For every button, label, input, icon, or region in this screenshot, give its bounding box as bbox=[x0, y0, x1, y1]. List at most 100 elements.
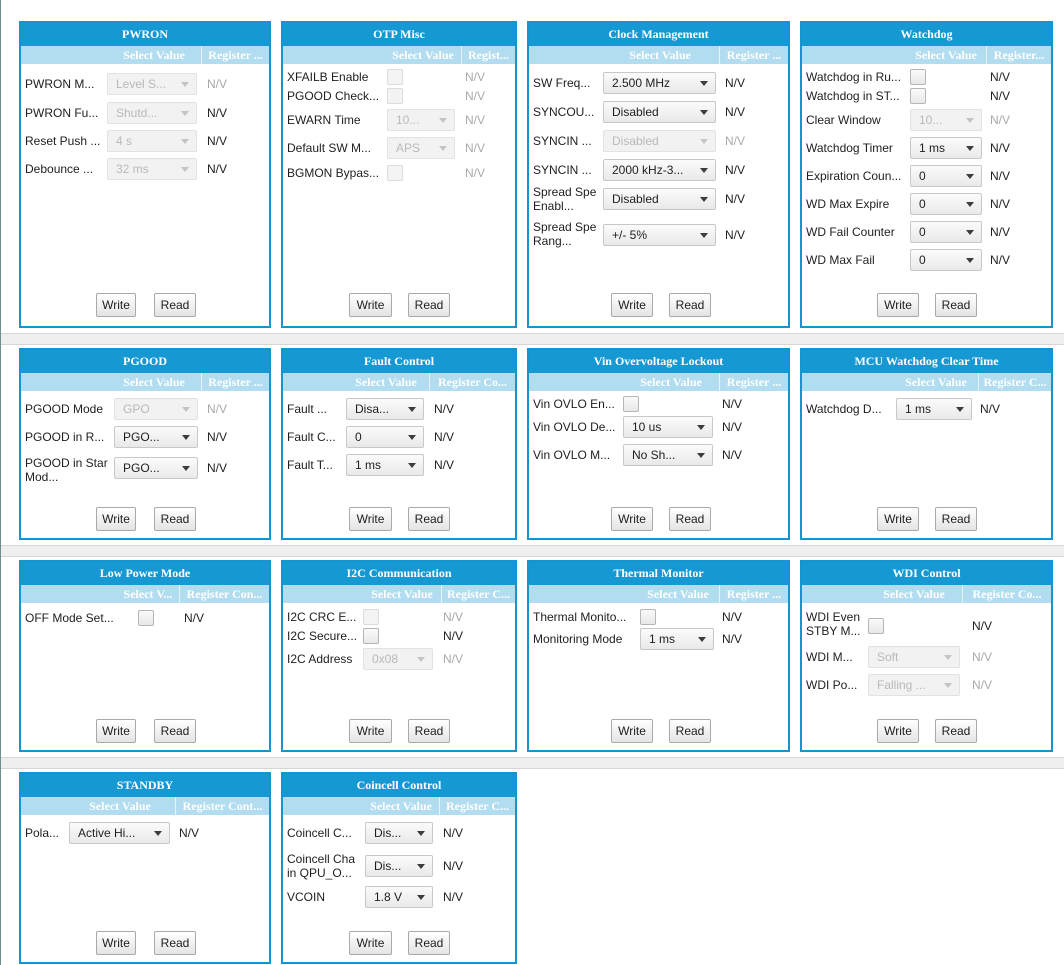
panel-title: Thermal Monitor bbox=[529, 562, 788, 585]
write-button[interactable]: Write bbox=[349, 719, 392, 743]
panel-fault-control: Fault Control Select Value Register Co..… bbox=[281, 348, 517, 540]
wdi-mode-dropdown[interactable]: Soft bbox=[868, 646, 960, 668]
pgood-check-checkbox[interactable] bbox=[387, 88, 403, 104]
read-button[interactable]: Read bbox=[154, 293, 196, 317]
wd-fail-counter-dropdown[interactable]: 0 bbox=[910, 221, 982, 243]
panel-title: MCU Watchdog Clear Time bbox=[802, 350, 1051, 373]
read-button[interactable]: Read bbox=[669, 293, 711, 317]
watchdog-duration-dropdown[interactable]: 1 ms bbox=[896, 398, 972, 420]
register-value: N/V bbox=[443, 826, 464, 840]
fault-timer-dropdown[interactable]: 1 ms bbox=[346, 454, 424, 476]
pgood-mode-dropdown[interactable]: GPO bbox=[114, 398, 198, 420]
read-button[interactable]: Read bbox=[935, 507, 977, 531]
vin-ovlo-debounce-dropdown[interactable]: 10 us bbox=[623, 416, 713, 438]
col-select-value: Select Value bbox=[355, 375, 417, 389]
write-button[interactable]: Write bbox=[349, 931, 392, 955]
fault-counter-dropdown[interactable]: 0 bbox=[346, 426, 424, 448]
i2c-crc-enable-checkbox[interactable] bbox=[363, 609, 379, 625]
pgood-run-dropdown[interactable]: PGO... bbox=[114, 426, 198, 448]
read-button[interactable]: Read bbox=[935, 719, 977, 743]
read-button[interactable]: Read bbox=[669, 719, 711, 743]
read-button[interactable]: Read bbox=[408, 507, 450, 531]
thermal-monitor-checkbox[interactable] bbox=[640, 609, 656, 625]
default-sw-mode-dropdown[interactable]: APS bbox=[387, 137, 455, 159]
dropdown-value: APS bbox=[396, 141, 421, 155]
read-button[interactable]: Read bbox=[154, 931, 196, 955]
vin-ovlo-enable-checkbox[interactable] bbox=[623, 396, 639, 412]
read-button[interactable]: Read bbox=[408, 931, 450, 955]
clear-window-dropdown[interactable]: 10... bbox=[910, 109, 982, 131]
write-button[interactable]: Write bbox=[96, 507, 136, 531]
pwron-function-dropdown[interactable]: Shutd... bbox=[107, 102, 197, 124]
coincell-charge-dropdown[interactable]: Dis... bbox=[365, 822, 433, 844]
reset-push-dropdown[interactable]: 4 s bbox=[107, 130, 197, 152]
xfailb-enable-checkbox[interactable] bbox=[387, 69, 403, 85]
spread-spectrum-enable-dropdown[interactable]: Disabled bbox=[603, 188, 716, 210]
read-button[interactable]: Read bbox=[669, 507, 711, 531]
pwron-mode-dropdown[interactable]: Level S... bbox=[107, 73, 197, 95]
column-header: Select Value Register C... bbox=[283, 797, 515, 815]
write-button[interactable]: Write bbox=[611, 719, 653, 743]
vin-ovlo-mode-dropdown[interactable]: No Sh... bbox=[623, 444, 713, 466]
write-button[interactable]: Write bbox=[877, 293, 919, 317]
col-register: Register Co... bbox=[962, 585, 1051, 603]
write-button[interactable]: Write bbox=[96, 293, 136, 317]
read-button[interactable]: Read bbox=[154, 719, 196, 743]
write-button[interactable]: Write bbox=[611, 507, 653, 531]
wd-max-expire-dropdown[interactable]: 0 bbox=[910, 193, 982, 215]
spread-spectrum-range-dropdown[interactable]: +/- 5% bbox=[603, 224, 716, 246]
expiration-counter-dropdown[interactable]: 0 bbox=[910, 165, 982, 187]
read-button[interactable]: Read bbox=[408, 293, 450, 317]
chevron-down-icon bbox=[408, 435, 416, 440]
register-value: N/V bbox=[179, 826, 200, 840]
setting-label: PGOOD in Star Mod... bbox=[25, 456, 108, 484]
write-button[interactable]: Write bbox=[877, 507, 919, 531]
syncout-dropdown[interactable]: Disabled bbox=[603, 101, 716, 123]
write-button[interactable]: Write bbox=[611, 293, 653, 317]
monitoring-mode-dropdown[interactable]: 1 ms bbox=[640, 628, 714, 650]
write-button[interactable]: Write bbox=[349, 293, 392, 317]
i2c-secure-checkbox[interactable] bbox=[363, 628, 379, 644]
panel-title: PWRON bbox=[21, 23, 269, 46]
sw-frequency-dropdown[interactable]: 2.500 MHz bbox=[603, 72, 716, 94]
wdi-polarity-dropdown[interactable]: Falling ... bbox=[868, 674, 960, 696]
syncin-range-dropdown[interactable]: 2000 kHz-3... bbox=[603, 159, 716, 181]
coincell-charge-qpu-dropdown[interactable]: Dis... bbox=[365, 855, 433, 877]
register-value: N/V bbox=[434, 402, 455, 416]
write-button[interactable]: Write bbox=[96, 931, 136, 955]
write-button[interactable]: Write bbox=[96, 719, 136, 743]
read-button[interactable]: Read bbox=[154, 507, 196, 531]
setting-label: Spread Spe Rang... bbox=[533, 220, 597, 248]
fault-enable-dropdown[interactable]: Disa... bbox=[346, 398, 424, 420]
panel-title: Coincell Control bbox=[283, 774, 515, 797]
read-button[interactable]: Read bbox=[408, 719, 450, 743]
read-button[interactable]: Read bbox=[935, 293, 977, 317]
watchdog-run-checkbox[interactable] bbox=[910, 69, 926, 85]
off-mode-setting-checkbox[interactable] bbox=[138, 610, 154, 626]
col-select-value: Select V... bbox=[123, 587, 173, 601]
syncin-enable-dropdown[interactable]: Disabled bbox=[603, 130, 716, 152]
dropdown-value: 0 bbox=[355, 430, 362, 444]
dropdown-value: Dis... bbox=[374, 859, 402, 873]
pgood-standby-dropdown[interactable]: PGO... bbox=[114, 457, 198, 479]
register-value: N/V bbox=[990, 70, 1011, 84]
watchdog-standby-checkbox[interactable] bbox=[910, 88, 926, 104]
register-value: N/V bbox=[990, 169, 1011, 183]
dropdown-value: Disabled bbox=[612, 134, 659, 148]
wdi-event-standby-checkbox[interactable] bbox=[868, 618, 884, 634]
column-header: Select Value Register ... bbox=[529, 46, 788, 64]
debounce-dropdown[interactable]: 32 ms bbox=[107, 158, 197, 180]
write-button[interactable]: Write bbox=[349, 507, 392, 531]
chevron-down-icon bbox=[966, 174, 974, 179]
setting-label: WDI M... bbox=[806, 650, 853, 664]
i2c-address-dropdown[interactable]: 0x08 bbox=[363, 648, 433, 670]
polarity-dropdown[interactable]: Active Hi... bbox=[69, 822, 170, 844]
dropdown-value: PGO... bbox=[123, 430, 160, 444]
bgmon-bypass-checkbox[interactable] bbox=[387, 165, 403, 181]
watchdog-timer-dropdown[interactable]: 1 ms bbox=[910, 137, 982, 159]
register-value: N/V bbox=[207, 430, 228, 444]
vcoin-dropdown[interactable]: 1.8 V bbox=[365, 886, 433, 908]
wd-max-fail-dropdown[interactable]: 0 bbox=[910, 249, 982, 271]
write-button[interactable]: Write bbox=[877, 719, 919, 743]
ewarn-time-dropdown[interactable]: 10... bbox=[387, 109, 455, 131]
